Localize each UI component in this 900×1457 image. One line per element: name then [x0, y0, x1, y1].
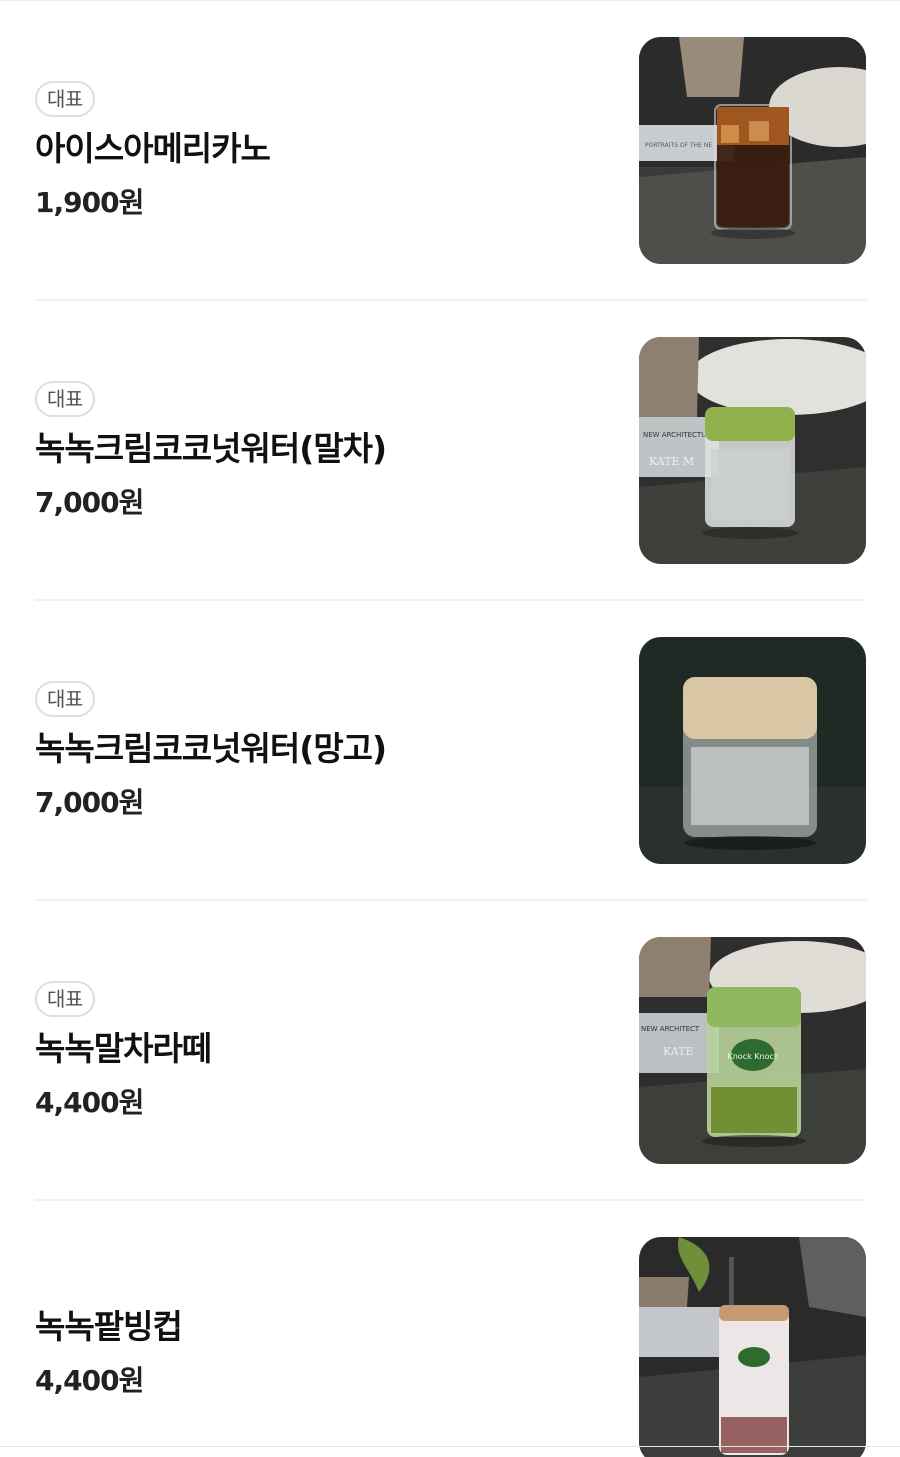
menu-item-info: 대표 아이스아메리카노 1,900원 — [35, 1, 595, 299]
mango-coconut-water-photo — [639, 637, 866, 864]
matcha-latte-photo: NEW ARCHITECT KATE Knock Knock — [639, 937, 866, 1164]
menu-item-info: 대표 녹녹말차라떼 4,400원 — [35, 901, 595, 1199]
menu-item-photo[interactable]: PORTRAITS OF THE NE — [639, 37, 866, 264]
menu-list: 대표 아이스아메리카노 1,900원 PORTRAITS OF THE NE 대… — [0, 1, 900, 1457]
svg-text:NEW ARCHITECT: NEW ARCHITECT — [641, 1025, 700, 1033]
svg-text:KATE: KATE — [663, 1045, 693, 1058]
bottom-divider — [0, 1446, 900, 1447]
menu-item-info: 대표 녹녹크림코코넛워터(망고) 7,000원 — [35, 601, 595, 899]
menu-item-name: 녹녹말차라떼 — [35, 1029, 212, 1068]
menu-item-info: 대표 녹녹크림코코넛워터(말차) 7,000원 — [35, 301, 595, 599]
menu-item-photo[interactable] — [639, 637, 866, 864]
menu-item-matcha-latte[interactable]: 대표 녹녹말차라떼 4,400원 NEW ARCHITECT KATE Knoc… — [35, 901, 866, 1201]
menu-item-mango-coconut-water[interactable]: 대표 녹녹크림코코넛워터(망고) 7,000원 — [35, 601, 866, 901]
menu-item-price: 4,400원 — [35, 1086, 144, 1119]
menu-item-price: 7,000원 — [35, 786, 144, 819]
iced-americano-photo: PORTRAITS OF THE NE — [639, 37, 866, 264]
menu-item-matcha-coconut-water[interactable]: 대표 녹녹크림코코넛워터(말차) 7,000원 NEW ARCHITECTURE… — [35, 301, 866, 601]
menu-item-photo[interactable]: NEW ARCHITECT KATE Knock Knock — [639, 937, 866, 1164]
menu-item-red-bean-bingsu-cup[interactable]: 녹녹팥빙컵 4,400원 — [35, 1201, 866, 1457]
svg-text:PORTRAITS OF THE NE: PORTRAITS OF THE NE — [645, 142, 712, 149]
menu-item-name: 녹녹팥빙컵 — [35, 1307, 183, 1346]
menu-page: 대표 아이스아메리카노 1,900원 PORTRAITS OF THE NE 대… — [0, 0, 900, 1457]
svg-text:Knock Knock: Knock Knock — [727, 1052, 778, 1061]
menu-item-info: 녹녹팥빙컵 4,400원 — [35, 1201, 595, 1457]
menu-item-name: 녹녹크림코코넛워터(말차) — [35, 429, 387, 468]
signature-badge: 대표 — [35, 981, 95, 1017]
menu-item-iced-americano[interactable]: 대표 아이스아메리카노 1,900원 PORTRAITS OF THE NE — [35, 1, 866, 301]
svg-text:KATE M: KATE M — [649, 455, 694, 468]
menu-item-price: 4,400원 — [35, 1364, 144, 1397]
menu-item-name: 녹녹크림코코넛워터(망고) — [35, 729, 387, 768]
menu-item-name: 아이스아메리카노 — [35, 129, 271, 168]
matcha-coconut-water-photo: NEW ARCHITECTURE KATE M — [639, 337, 866, 564]
menu-item-photo[interactable] — [639, 1237, 866, 1457]
menu-item-photo[interactable]: NEW ARCHITECTURE KATE M — [639, 337, 866, 564]
signature-badge: 대표 — [35, 81, 95, 117]
menu-item-price: 7,000원 — [35, 486, 144, 519]
signature-badge: 대표 — [35, 681, 95, 717]
signature-badge: 대표 — [35, 381, 95, 417]
menu-item-price: 1,900원 — [35, 186, 144, 219]
red-bean-bingsu-cup-photo — [639, 1237, 866, 1457]
svg-text:NEW ARCHITECTURE: NEW ARCHITECTURE — [643, 431, 716, 439]
